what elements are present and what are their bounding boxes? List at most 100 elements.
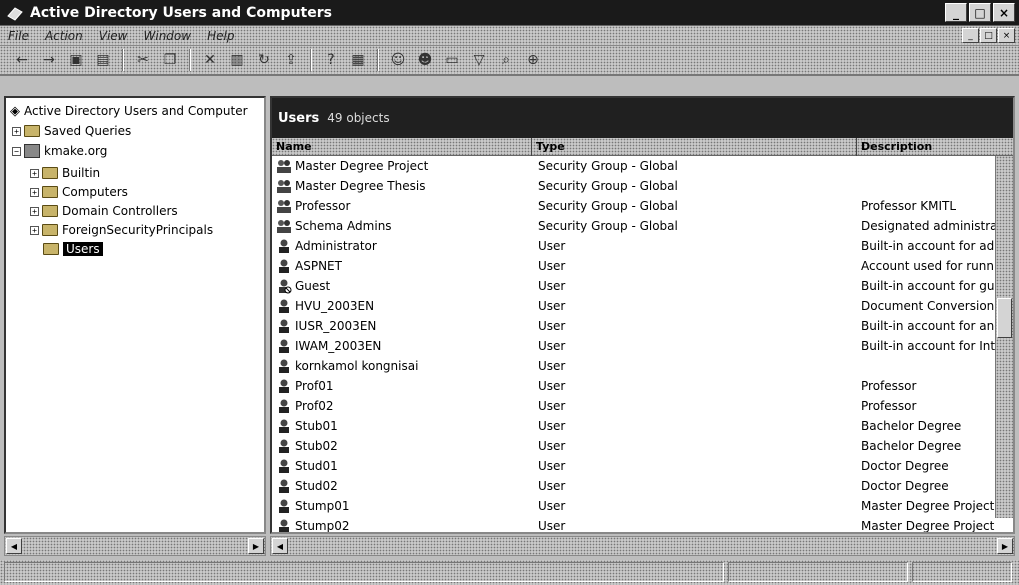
- minimize-button[interactable]: _: [945, 3, 967, 22]
- new-user-icon[interactable]: ☺: [386, 49, 410, 71]
- list-item[interactable]: ASPNET User Account used for runni: [272, 256, 997, 276]
- object-description: Bachelor Degree: [861, 439, 962, 453]
- cut-icon[interactable]: ✂: [131, 49, 155, 71]
- collapse-icon[interactable]: −: [12, 146, 21, 156]
- column-header-type[interactable]: Type: [532, 138, 857, 156]
- column-header-name[interactable]: Name: [272, 138, 532, 156]
- list-item[interactable]: Stub02 User Bachelor Degree: [272, 436, 997, 456]
- list-item[interactable]: Stump02 User Master Degree Project: [272, 516, 997, 533]
- object-type: User: [538, 459, 566, 473]
- tree-item-domain-controllers[interactable]: + Domain Controllers: [30, 202, 178, 220]
- tree-root[interactable]: ◈ Active Directory Users and Computer: [10, 102, 248, 120]
- delete-icon[interactable]: ✕: [198, 49, 222, 71]
- folder-icon: [42, 224, 58, 236]
- filter-icon[interactable]: ▽: [467, 49, 491, 71]
- status-cell: [728, 562, 908, 582]
- menu-file[interactable]: File: [0, 29, 37, 43]
- forward-icon[interactable]: →: [37, 49, 61, 71]
- list-item[interactable]: Master Degree Project Security Group - Gl…: [272, 156, 997, 176]
- refresh-icon[interactable]: ↻: [252, 49, 276, 71]
- mdi-restore-button[interactable]: □: [980, 28, 997, 43]
- tree-item-domain[interactable]: − kmake.org: [12, 142, 107, 160]
- mdi-minimize-button[interactable]: _: [962, 28, 979, 43]
- object-description: Master Degree Project: [861, 519, 995, 533]
- object-name: Master Degree Project: [295, 159, 429, 173]
- tree-horizontal-scrollbar[interactable]: ◀ ▶: [4, 536, 266, 556]
- find-icon[interactable]: ⌕: [494, 49, 518, 71]
- object-description: Doctor Degree: [861, 479, 949, 493]
- object-type: User: [538, 479, 566, 493]
- tree-item-label: Saved Queries: [44, 124, 132, 138]
- window-title: Active Directory Users and Computers: [30, 4, 332, 21]
- column-header-description[interactable]: Description: [857, 138, 1013, 156]
- name-cell: Master Degree Project: [272, 158, 532, 174]
- results-horizontal-scrollbar[interactable]: ◀ ▶: [270, 536, 1015, 556]
- object-name: Stub02: [295, 439, 338, 453]
- user-icon: [279, 499, 289, 513]
- name-cell: Stub01: [272, 418, 532, 434]
- expand-icon[interactable]: +: [30, 187, 39, 197]
- list-item[interactable]: Stud01 User Doctor Degree: [272, 456, 997, 476]
- toolbar-separator: [189, 49, 191, 71]
- menu-view[interactable]: View: [91, 29, 136, 43]
- tree-item-foreign-security-principals[interactable]: + ForeignSecurityPrincipals: [30, 221, 213, 239]
- new-group-icon[interactable]: ☻: [413, 49, 437, 71]
- console-tree[interactable]: ◈ Active Directory Users and Computer + …: [4, 96, 266, 534]
- expand-icon[interactable]: +: [12, 126, 21, 136]
- copy-icon[interactable]: ❐: [158, 49, 182, 71]
- list-item[interactable]: Stub01 User Bachelor Degree: [272, 416, 997, 436]
- toolbar-separator: [310, 49, 312, 71]
- back-icon[interactable]: ←: [10, 49, 34, 71]
- title-bar[interactable]: Active Directory Users and Computers _ □…: [0, 0, 1019, 26]
- tree-item-computers[interactable]: + Computers: [30, 183, 128, 201]
- expand-icon[interactable]: +: [30, 168, 39, 178]
- object-type: User: [538, 279, 566, 293]
- scroll-left-icon[interactable]: ◀: [6, 538, 22, 554]
- menu-action[interactable]: Action: [37, 29, 91, 43]
- list-item[interactable]: Professor Security Group - Global Professo…: [272, 196, 997, 216]
- scrollbar-thumb[interactable]: [997, 298, 1012, 338]
- add-to-group-icon[interactable]: ⊕: [521, 49, 545, 71]
- properties-icon[interactable]: ▥: [225, 49, 249, 71]
- list-item[interactable]: kornkamol kongnisai User: [272, 356, 997, 376]
- tree-item-builtin[interactable]: + Builtin: [30, 164, 100, 182]
- column-headers: Name Type Description: [272, 138, 1013, 156]
- show-hide-console-tree-icon[interactable]: ▤: [91, 49, 115, 71]
- scroll-left-icon[interactable]: ◀: [272, 538, 288, 554]
- list-item[interactable]: Guest User Built-in account for gue: [272, 276, 997, 296]
- expand-icon[interactable]: +: [30, 206, 39, 216]
- group-icon: [277, 200, 291, 213]
- list-item[interactable]: Schema Admins Security Group - Global Desi…: [272, 216, 997, 236]
- list-item[interactable]: Prof01 User Professor: [272, 376, 997, 396]
- object-name: Schema Admins: [295, 219, 392, 233]
- list-item[interactable]: IUSR_2003EN User Built-in account for anc: [272, 316, 997, 336]
- vertical-scrollbar[interactable]: [995, 156, 1013, 518]
- up-icon[interactable]: ▣: [64, 49, 88, 71]
- menu-help[interactable]: Help: [199, 29, 242, 43]
- maximize-button[interactable]: □: [969, 3, 991, 22]
- new-ou-icon[interactable]: ▭: [440, 49, 464, 71]
- tree-item-saved-queries[interactable]: + Saved Queries: [12, 122, 131, 140]
- list-item[interactable]: Prof02 User Professor: [272, 396, 997, 416]
- list-item[interactable]: IWAM_2003EN User Built-in account for Int: [272, 336, 997, 356]
- folder-icon: [24, 125, 40, 137]
- export-icon[interactable]: ⇪: [279, 49, 303, 71]
- mdi-close-button[interactable]: ×: [998, 28, 1015, 43]
- scroll-right-icon[interactable]: ▶: [248, 538, 264, 554]
- help-icon[interactable]: ?: [319, 49, 343, 71]
- list-item[interactable]: HVU_2003EN User Document Conversion: [272, 296, 997, 316]
- expand-icon[interactable]: +: [30, 225, 39, 235]
- object-type: Security Group - Global: [538, 199, 678, 213]
- tree-item-users[interactable]: Users: [43, 240, 103, 258]
- menu-window[interactable]: Window: [136, 29, 200, 43]
- close-button[interactable]: ×: [993, 3, 1015, 22]
- folder-icon: [42, 186, 58, 198]
- list-item[interactable]: Administrator User Built-in account for ad…: [272, 236, 997, 256]
- list-item[interactable]: Master Degree Thesis Security Group - Glo…: [272, 176, 997, 196]
- list-item[interactable]: Stump01 User Master Degree Project: [272, 496, 997, 516]
- console-icon[interactable]: ▦: [346, 49, 370, 71]
- object-description: Master Degree Project: [861, 499, 995, 513]
- list-item[interactable]: Stud02 User Doctor Degree: [272, 476, 997, 496]
- status-cell: [4, 562, 724, 582]
- scroll-right-icon[interactable]: ▶: [997, 538, 1013, 554]
